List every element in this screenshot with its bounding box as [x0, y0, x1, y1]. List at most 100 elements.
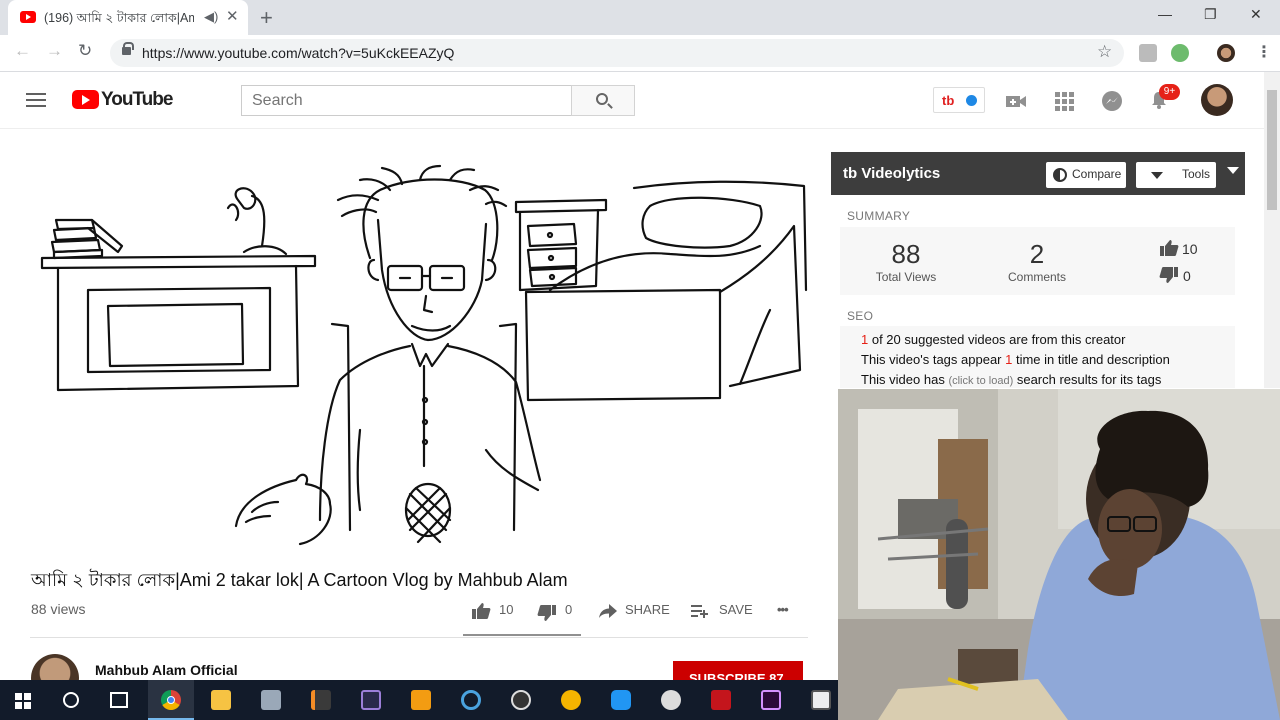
address-bar[interactable]: https://www.youtube.com/watch?v=5uKckEEA…: [110, 39, 1124, 67]
taskbar-app-3[interactable]: [248, 680, 294, 720]
more-actions-icon[interactable]: •••: [777, 602, 789, 617]
total-views-value: 88: [891, 239, 921, 269]
scrollbar-thumb[interactable]: [1267, 90, 1277, 210]
youtube-logo-text[interactable]: YouTube: [101, 89, 173, 111]
task-view-icon: [110, 692, 128, 708]
account-avatar[interactable]: [1201, 84, 1233, 116]
window-close-button[interactable]: ✕: [1250, 6, 1262, 23]
share-icon[interactable]: [599, 604, 617, 618]
comments-label: Comments: [1007, 270, 1066, 284]
vl-dislikes-value: 0: [1183, 268, 1191, 284]
collapse-panel-icon[interactable]: [1227, 167, 1239, 174]
search-input[interactable]: [241, 85, 572, 116]
taskbar-app-9[interactable]: [548, 680, 594, 720]
videolytics-header: tb Videolytics Compare Tools: [831, 152, 1245, 195]
audio-playing-icon[interactable]: ◀): [204, 9, 218, 25]
youtube-header: YouTube tb 9+: [0, 73, 1264, 129]
taskbar-app-10[interactable]: [598, 680, 644, 720]
seo-results-pre: This video has: [861, 372, 949, 387]
apps-grid-icon[interactable]: [1053, 90, 1075, 112]
channel-name[interactable]: Mahbub Alam Official: [95, 662, 238, 678]
divider: [30, 637, 808, 638]
save-button[interactable]: SAVE: [719, 602, 753, 617]
taskbar-app-11[interactable]: [648, 680, 694, 720]
windows-logo-icon: [15, 693, 31, 709]
summary-heading: SUMMARY: [847, 209, 911, 223]
thumbs-up-icon[interactable]: [471, 602, 491, 620]
taskbar-flash[interactable]: [698, 680, 744, 720]
taskbar-chrome[interactable]: [148, 680, 194, 720]
bookmark-star-icon[interactable]: ☆: [1097, 42, 1112, 62]
seo-tags-pre: This video's tags appear: [861, 352, 1006, 367]
wireless-icon: [461, 690, 481, 710]
search-icon: [596, 93, 608, 105]
forward-arrow-icon[interactable]: →: [46, 41, 63, 61]
save-playlist-icon[interactable]: [691, 604, 709, 618]
video-player[interactable]: [30, 150, 810, 546]
compare-label: Compare: [1072, 167, 1122, 181]
taskbar-app-14[interactable]: [798, 680, 844, 720]
window-maximize-button[interactable]: ❐: [1204, 6, 1217, 23]
seo-results-post: search results for its tags: [1013, 372, 1162, 387]
tab-title: (196) আমি ২ টাকার লোক|Am: [44, 11, 194, 25]
taskbar-app-7[interactable]: [448, 680, 494, 720]
tools-button[interactable]: Tools: [1136, 162, 1216, 188]
webcam-overlay: [838, 389, 1280, 720]
taskbar-premiere[interactable]: [748, 680, 794, 720]
tools-dropdown-icon: [1151, 172, 1163, 179]
youtube-favicon-icon: [20, 11, 36, 23]
video-editor-icon: [361, 690, 381, 710]
sublime-icon: [311, 690, 331, 710]
start-button[interactable]: [0, 680, 46, 720]
dislike-count[interactable]: 0: [565, 602, 572, 617]
like-ratio-bar: [463, 634, 581, 636]
seo-tags-line: This video's tags appear 1 time in title…: [861, 352, 1170, 367]
messages-icon[interactable]: [1101, 90, 1123, 112]
like-count[interactable]: 10: [499, 602, 513, 617]
profile-avatar-icon[interactable]: [1217, 44, 1235, 62]
vl-thumbs-up-icon: [1160, 240, 1179, 256]
media-player-icon: [411, 690, 431, 710]
task-view-button[interactable]: [96, 680, 142, 720]
back-arrow-icon[interactable]: ←: [14, 41, 31, 61]
taskbar-media-player[interactable]: [398, 680, 444, 720]
tab-close-icon[interactable]: ✕: [226, 7, 239, 25]
computer-icon: [261, 690, 281, 710]
videolytics-brand: tb: [843, 165, 858, 182]
youtube-logo-icon[interactable]: [72, 90, 99, 109]
taskbar-sublime[interactable]: [298, 680, 344, 720]
page-scrollbar[interactable]: [1264, 72, 1280, 388]
thumbs-down-icon[interactable]: [537, 604, 557, 622]
window-minimize-button[interactable]: —: [1158, 6, 1172, 22]
taskbar-file-explorer[interactable]: [198, 680, 244, 720]
cortana-circle-icon: [63, 692, 79, 708]
click-to-load-link[interactable]: (click to load): [948, 375, 1013, 387]
create-video-icon[interactable]: [1005, 90, 1027, 112]
search-button[interactable]: [571, 85, 635, 116]
obs-icon: [511, 690, 531, 710]
extension-icon[interactable]: [1171, 44, 1189, 62]
chrome-center-icon: [167, 696, 175, 704]
seo-suggested-line: 1 of 20 suggested videos are from this c…: [861, 332, 1125, 347]
browser-tab-active[interactable]: (196) আমি ২ টাকার লোক|Am ◀) ✕: [8, 0, 248, 35]
app-icon: [561, 690, 581, 710]
hamburger-menu-icon[interactable]: [26, 93, 46, 107]
seo-card: 1 of 20 suggested videos are from this c…: [840, 326, 1235, 388]
videolytics-title: tb Videolytics: [843, 165, 940, 182]
taskbar-app-5[interactable]: [348, 680, 394, 720]
total-views-label: Total Views: [875, 270, 937, 284]
taskbar-obs[interactable]: [498, 680, 544, 720]
share-button[interactable]: SHARE: [625, 602, 670, 617]
compare-icon: [1053, 168, 1067, 182]
new-tab-button[interactable]: +: [260, 5, 273, 31]
reload-icon[interactable]: ↻: [78, 41, 92, 61]
m-app-icon: [811, 690, 831, 710]
browser-menu-icon[interactable]: ⋮: [1256, 42, 1272, 62]
seo-results-line: This video has (click to load) search re…: [861, 372, 1161, 387]
compare-button[interactable]: Compare: [1046, 162, 1126, 188]
cortana-search-button[interactable]: [48, 680, 94, 720]
tubebuddy-extension-icon[interactable]: [1139, 44, 1157, 62]
tubebuddy-button[interactable]: tb: [933, 87, 985, 113]
lock-icon: [122, 42, 134, 55]
comments-value: 2: [1029, 239, 1045, 269]
